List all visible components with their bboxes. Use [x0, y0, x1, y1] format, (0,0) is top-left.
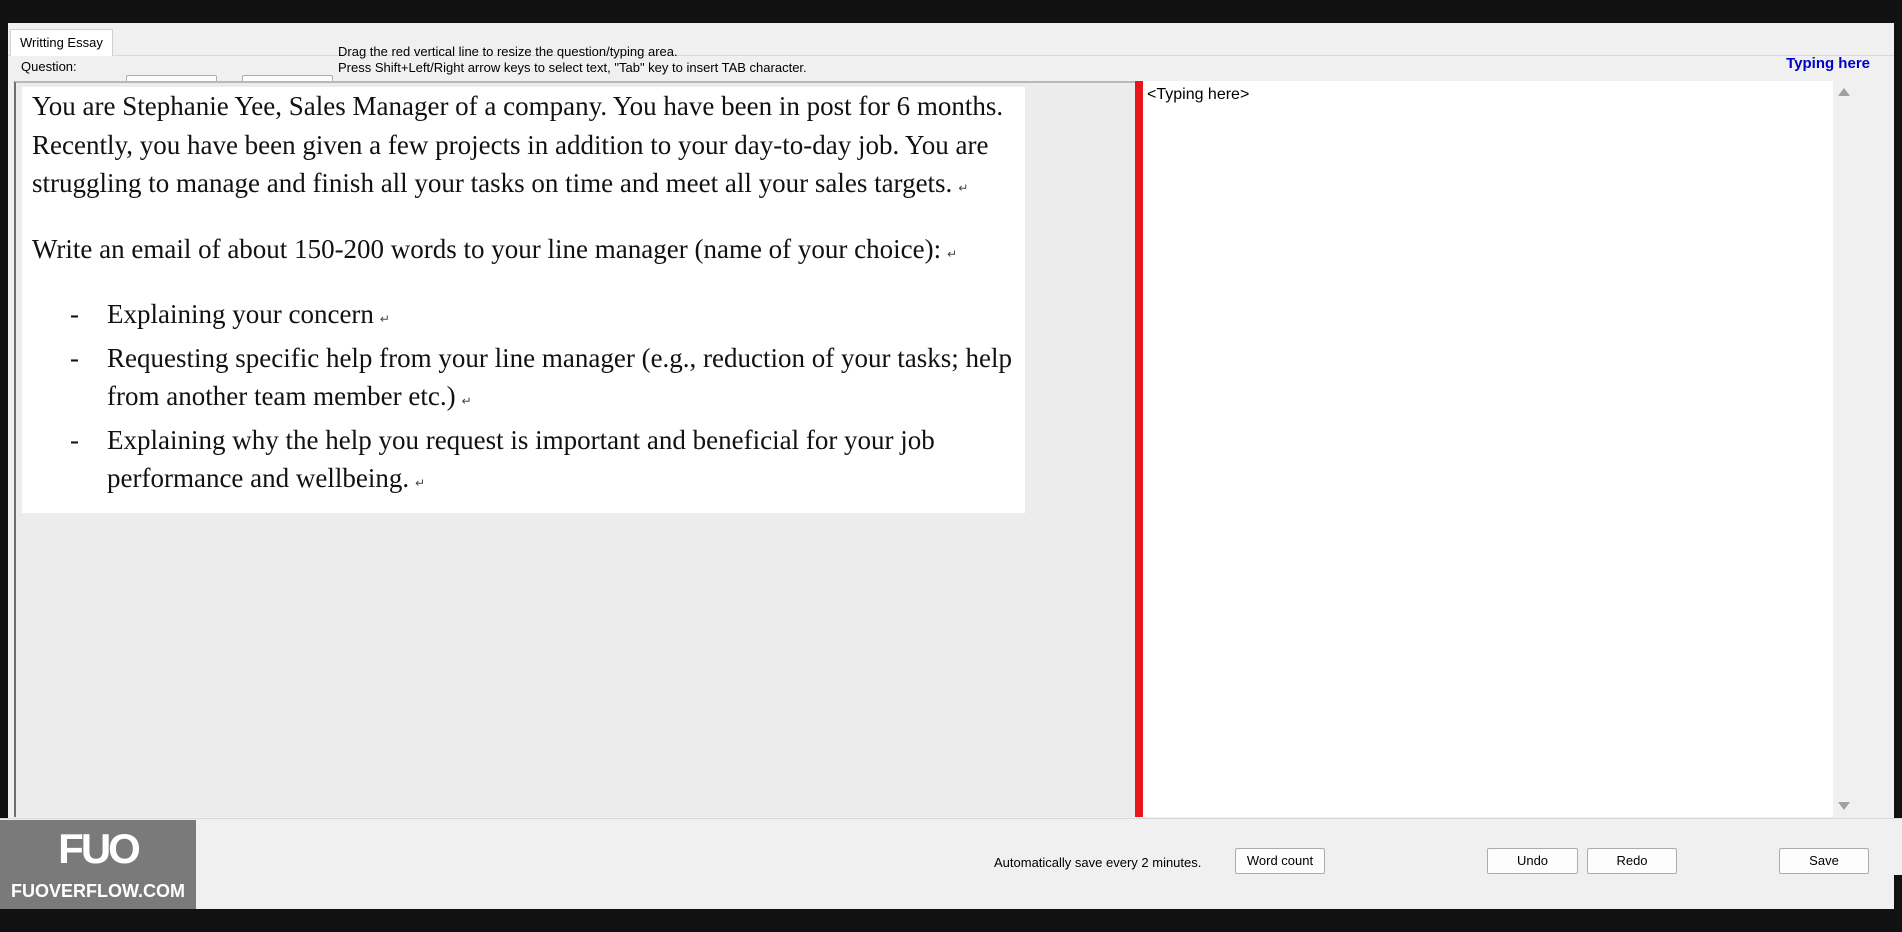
bullet-text: Explaining your concern — [107, 299, 374, 329]
scroll-down-arrow-icon[interactable] — [1838, 802, 1850, 810]
word-count-button[interactable]: Word count — [1235, 848, 1325, 874]
bullet-dash: - — [70, 299, 79, 329]
bullet-dash: - — [70, 342, 79, 373]
paragraph-mark-icon: ↵ — [461, 394, 472, 408]
autosave-notice: Automatically save every 2 minutes. — [994, 855, 1202, 870]
tab-writing-essay[interactable]: Writting Essay — [10, 29, 113, 56]
bullet-text: Explaining why the help you request is i… — [107, 424, 935, 494]
undo-button[interactable]: Undo — [1487, 848, 1578, 874]
paragraph-mark-icon: ↵ — [947, 246, 958, 261]
vertical-scrollbar[interactable] — [1833, 81, 1855, 817]
question-text: You are Stephanie Yee, Sales Manager of … — [22, 87, 1025, 513]
question-bullet-list: - Explaining your concern ↵ - Requesting sp… — [32, 295, 1013, 503]
resize-hint: Drag the red vertical line to resize the… — [338, 44, 807, 76]
fuoverflow-logo-text: FUOVERFLOW.COM — [11, 881, 185, 901]
paragraph-mark-icon: ↵ — [958, 181, 969, 195]
essay-typing-area[interactable]: <Typing here> — [1143, 81, 1833, 817]
bullet-item: - Explaining your concern ↵ — [32, 295, 1013, 339]
bullet-text: Requesting specific help from your line … — [107, 342, 1012, 412]
bullet-dash: - — [70, 424, 79, 455]
question-label: Question: — [21, 59, 77, 74]
save-button[interactable]: Save — [1779, 848, 1869, 874]
question-paragraph-1: You are Stephanie Yee, Sales Manager of … — [32, 87, 1013, 208]
fuo-logo-mark: FUO — [58, 825, 141, 872]
paragraph-mark-icon: ↵ — [415, 476, 426, 490]
question-pane: You are Stephanie Yee, Sales Manager of … — [14, 81, 1135, 817]
question-paragraph-1-text: You are Stephanie Yee, Sales Manager of … — [32, 91, 1004, 198]
paragraph-mark-icon: ↵ — [379, 312, 390, 326]
redo-button[interactable]: Redo — [1587, 848, 1677, 874]
resize-divider[interactable] — [1135, 81, 1143, 817]
question-paragraph-2: Write an email of about 150-200 words to… — [32, 230, 1013, 274]
resize-hint-line1: Drag the red vertical line to resize the… — [338, 44, 678, 59]
bullet-item: - Requesting specific help from your line… — [32, 339, 1013, 421]
resize-hint-line2: Press Shift+Left/Right arrow keys to sel… — [338, 60, 807, 75]
typing-pane: <Typing here> — [1143, 81, 1855, 817]
question-paragraph-2-text: Write an email of about 150-200 words to… — [32, 233, 942, 264]
fuoverflow-logo: FUO FUOVERFLOW.COM — [0, 820, 196, 909]
scroll-up-arrow-icon[interactable] — [1838, 88, 1850, 96]
typing-here-link[interactable]: Typing here — [1786, 55, 1870, 72]
tab-strip: Writting Essay — [8, 23, 1894, 56]
bullet-item: - Explaining why the help you request is … — [32, 421, 1013, 503]
